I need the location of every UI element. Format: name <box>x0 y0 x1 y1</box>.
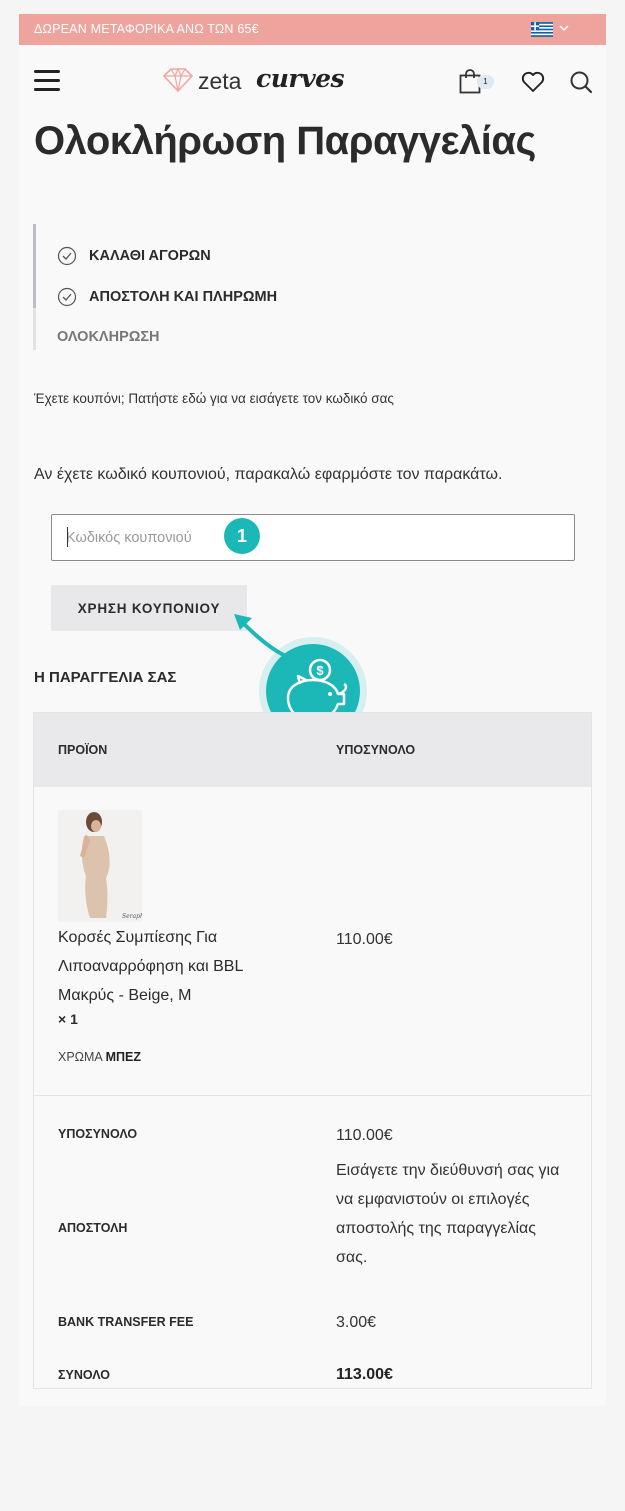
logo-text-curves: curves <box>256 64 345 93</box>
column-header-subtotal: ΥΠΟΣΥΝΟΛΟ <box>336 743 416 757</box>
step-complete: ΟΛΟΚΛΗΡΩΣΗ <box>57 329 160 345</box>
total-value: 113.00€ <box>336 1366 393 1383</box>
check-circle-icon <box>57 246 77 266</box>
bank-fee-value: 3.00€ <box>336 1314 377 1331</box>
coupon-intro-text: Αν έχετε κωδικό κουπονιού, παρακαλώ εφαρ… <box>34 466 503 483</box>
product-image[interactable]: Seraphina <box>58 810 142 922</box>
product-name[interactable]: Κορσές Συμπίεσης Για Λιποαναρρόφηση και … <box>58 923 298 1010</box>
step-label: ΑΠΟΣΤΟΛΗ ΚΑΙ ΠΛΗΡΩΜΗ <box>89 289 278 305</box>
heart-icon[interactable] <box>521 71 545 93</box>
logo-text-zeta: zeta <box>198 68 242 94</box>
search-icon[interactable] <box>569 70 593 94</box>
attribute-value: ΜΠΕΖ <box>105 1050 141 1064</box>
diamond-icon <box>162 67 194 93</box>
check-circle-icon <box>57 287 77 307</box>
subtotal-label: ΥΠΟΣΥΝΟΛΟ <box>58 1127 138 1141</box>
coupon-toggle-link[interactable]: Έχετε κουπόνι; Πατήστε εδώ για να εισάγε… <box>34 391 394 406</box>
page: ΔΩΡΕΑΝ ΜΕΤΑΦΟΡΙΚΑ ΑΝΩ ΤΩΝ 65€ zeta curve… <box>19 14 606 1406</box>
table-header: ΠΡΟΪΟΝ ΥΠΟΣΥΝΟΛΟ <box>34 713 591 787</box>
column-header-product: ΠΡΟΪΟΝ <box>58 743 108 757</box>
total-label: ΣΥΝΟΛΟ <box>58 1368 110 1382</box>
apply-coupon-button[interactable]: ΧΡΗΣΗ ΚΟΥΠΟΝΙΟΥ <box>51 585 247 631</box>
greek-flag-icon[interactable] <box>531 22 553 37</box>
row-divider <box>34 1095 591 1096</box>
bank-fee-label: BANK TRANSFER FEE <box>58 1315 194 1329</box>
step-marker-badge: 1 <box>224 518 260 554</box>
attribute-label: ΧΡΩΜΑ <box>58 1050 103 1064</box>
coupon-code-input[interactable] <box>51 514 575 561</box>
svg-text:$: $ <box>316 663 324 678</box>
logo[interactable]: zeta curves <box>162 63 345 99</box>
text-caret <box>67 527 68 547</box>
checkout-steps: ΚΑΛΑΘΙ ΑΓΟΡΩΝ ΑΠΟΣΤΟΛΗ ΚΑΙ ΠΛΗΡΩΜΗ ΟΛΟΚΛ… <box>33 224 353 350</box>
order-summary-table: ΠΡΟΪΟΝ ΥΠΟΣΥΝΟΛΟ Seraphina Κορσές Συμπίε… <box>33 712 592 1389</box>
cart-count-badge: 1 <box>477 75 494 89</box>
subtotal-value: 110.00€ <box>336 1127 393 1144</box>
product-quantity: × 1 <box>58 1011 78 1027</box>
promo-text: ΔΩΡΕΑΝ ΜΕΤΑΦΟΡΙΚΑ ΑΝΩ ΤΩΝ 65€ <box>34 22 259 36</box>
shipping-value: Εισάγετε την διεύθυνσή σας για να εμφανι… <box>336 1162 560 1266</box>
chevron-down-icon[interactable] <box>558 22 570 34</box>
shipping-label: ΑΠΟΣΤΟΛΗ <box>58 1221 128 1235</box>
site-header: zeta curves 1 <box>19 45 606 119</box>
promo-bar: ΔΩΡΕΑΝ ΜΕΤΑΦΟΡΙΚΑ ΑΝΩ ΤΩΝ 65€ <box>19 14 606 45</box>
steps-progress-bar <box>33 224 36 308</box>
product-attribute: ΧΡΩΜΑ ΜΠΕΖ <box>58 1050 141 1064</box>
step-label: ΚΑΛΑΘΙ ΑΓΟΡΩΝ <box>89 248 211 264</box>
menu-icon[interactable] <box>34 70 60 92</box>
order-heading: Η ΠΑΡΑΓΓΕΛΙΑ ΣΑΣ <box>34 669 177 686</box>
svg-text:Seraphina: Seraphina <box>122 913 142 920</box>
page-title: Ολοκλήρωση Παραγγελίας <box>34 119 536 163</box>
product-price: 110.00€ <box>336 931 393 948</box>
